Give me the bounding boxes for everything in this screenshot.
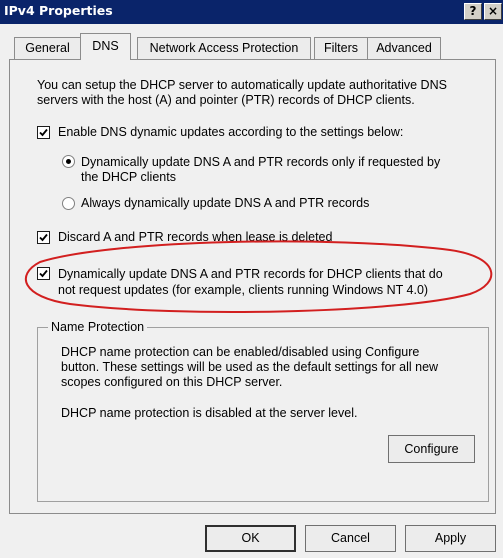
update-if-requested-label-line2: the DHCP clients [81,170,176,184]
discard-records-label: Discard A and PTR records when lease is … [58,230,333,244]
intro-text-line2: servers with the host (A) and pointer (P… [37,93,415,107]
update-if-requested-label-line1: Dynamically update DNS A and PTR records… [81,155,441,169]
title-bar: IPv4 Properties ? × [0,0,503,24]
tab-network-access-protection[interactable]: Network Access Protection [137,37,311,59]
tab-strip: General DNS Network Access Protection Fi… [0,24,503,60]
help-button[interactable]: ? [464,3,482,20]
intro-text-line1: You can setup the DHCP server to automat… [37,78,447,92]
enable-dns-updates-checkbox[interactable] [37,126,50,139]
name-protection-desc-line1: DHCP name protection can be enabled/disa… [61,345,420,359]
configure-button[interactable]: Configure [388,435,475,463]
tab-advanced[interactable]: Advanced [367,37,441,59]
window-title: IPv4 Properties [4,3,113,18]
cancel-button[interactable]: Cancel [305,525,396,552]
always-update-radio[interactable] [62,197,75,210]
checkmark-icon [39,269,48,278]
name-protection-desc-line3: scopes configured on this DHCP server. [61,375,283,389]
tab-dns[interactable]: DNS [80,33,131,60]
update-nonrequesting-clients-checkbox[interactable] [37,267,50,280]
checkmark-icon [39,233,48,242]
close-button[interactable]: × [484,3,502,20]
name-protection-legend: Name Protection [48,320,148,335]
apply-button[interactable]: Apply [405,525,496,552]
update-if-requested-radio[interactable] [62,155,75,168]
radio-selected-dot [66,159,71,164]
checkmark-icon [39,128,48,137]
ok-button[interactable]: OK [205,525,296,552]
always-update-label: Always dynamically update DNS A and PTR … [81,196,370,210]
tab-general[interactable]: General [14,37,81,59]
tab-filters[interactable]: Filters [314,37,368,59]
update-nonrequesting-clients-label-line1: Dynamically update DNS A and PTR records… [58,267,443,281]
discard-records-checkbox[interactable] [37,231,50,244]
name-protection-desc-line2: button. These settings will be used as t… [61,360,439,374]
update-nonrequesting-clients-label-line2: not request updates (for example, client… [58,283,429,297]
enable-dns-updates-label: Enable DNS dynamic updates according to … [58,125,404,139]
name-protection-status: DHCP name protection is disabled at the … [61,406,358,420]
